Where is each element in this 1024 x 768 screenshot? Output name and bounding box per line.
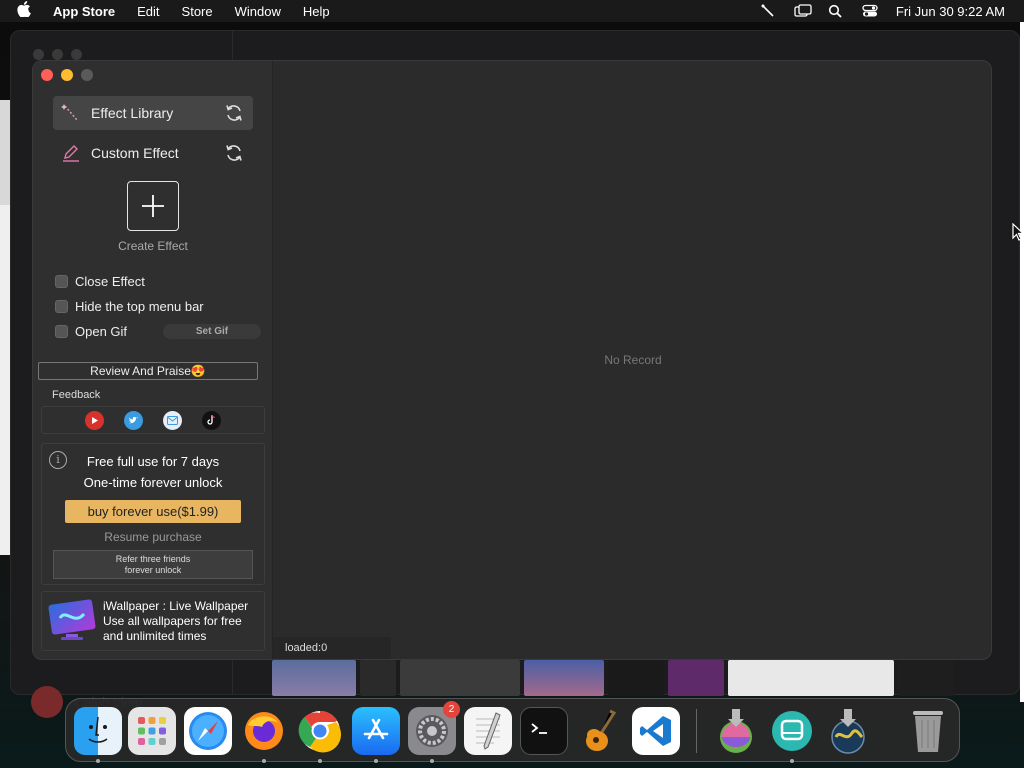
menu-edit[interactable]: Edit (137, 4, 159, 19)
app-window: Effect Library Custom Effect Create Effe… (32, 60, 992, 660)
create-effect-button[interactable] (127, 181, 179, 231)
refer-line-2: forever unlock (124, 564, 182, 575)
launchpad-icon[interactable] (128, 707, 176, 755)
notification-badge: 2 (443, 701, 460, 718)
pencil-icon (61, 143, 81, 163)
wand-status-icon[interactable] (760, 4, 776, 18)
create-effect-label: Create Effect (118, 239, 188, 253)
dock-separator (696, 709, 697, 753)
nav-custom-effect[interactable]: Custom Effect (53, 136, 253, 170)
hide-menu-bar-option[interactable]: Hide the top menu bar (55, 299, 204, 314)
promo-panel: i Free full use for 7 days One-time fore… (41, 443, 265, 585)
window-controls (41, 69, 93, 81)
ad-title: iWallpaper : Live Wallpaper (103, 599, 249, 613)
twitter-icon[interactable] (124, 410, 143, 430)
system-settings-icon[interactable]: 2 (408, 701, 460, 755)
screen-edge (1020, 22, 1024, 702)
sidebar: Effect Library Custom Effect Create Effe… (33, 61, 273, 659)
close-effect-checkbox[interactable] (55, 275, 68, 288)
buy-forever-button[interactable]: buy forever use($1.99) (65, 500, 241, 523)
iwallpaper-ad[interactable]: iWallpaper : Live Wallpaper Use all wall… (41, 591, 265, 651)
screen-mirroring-icon[interactable] (794, 4, 812, 18)
option-label: Close Effect (75, 274, 145, 289)
running-indicator (318, 759, 322, 763)
email-icon[interactable] (163, 410, 182, 430)
refresh-icon[interactable] (223, 102, 245, 124)
avatar (31, 686, 63, 718)
menu-clock[interactable]: Fri Jun 30 9:22 AM (896, 4, 1005, 19)
empty-state-text: No Record (604, 353, 662, 367)
background-window-edge (0, 205, 10, 555)
terminal-icon[interactable] (520, 707, 568, 755)
menu-app-name[interactable]: App Store (53, 4, 115, 19)
running-indicator (430, 759, 434, 763)
open-gif-checkbox[interactable] (55, 325, 68, 338)
open-gif-option[interactable]: Open Gif (55, 324, 127, 339)
status-bar: loaded:0 (273, 637, 391, 659)
app-store-icon[interactable] (352, 707, 400, 755)
promo-line-2: One-time forever unlock (83, 475, 223, 490)
dock: 2 (65, 698, 960, 763)
menu-bar: App Store Edit Store Window Help Fri Jun… (0, 0, 1024, 22)
feedback-label: Feedback (52, 389, 101, 401)
wand-icon (61, 103, 81, 123)
nav-effect-library[interactable]: Effect Library (53, 96, 253, 130)
apple-menu-icon[interactable] (17, 1, 35, 21)
iwallpaper-logo-icon (48, 599, 96, 640)
textedit-icon[interactable] (464, 707, 512, 755)
safari-icon[interactable] (184, 707, 232, 755)
nav-label: Effect Library (91, 105, 174, 121)
installer-icon-2[interactable] (824, 707, 872, 755)
promo-line-1: Free full use for 7 days (86, 454, 220, 469)
close-effect-option[interactable]: Close Effect (55, 274, 145, 289)
firefox-icon[interactable] (240, 707, 288, 755)
set-gif-button[interactable]: Set Gif (163, 324, 261, 339)
hide-menu-bar-checkbox[interactable] (55, 300, 68, 313)
close-button[interactable] (41, 69, 53, 81)
option-label: Open Gif (75, 324, 128, 339)
minimize-button[interactable] (61, 69, 73, 81)
control-center-icon[interactable] (862, 4, 878, 18)
app-icon[interactable] (768, 707, 816, 755)
ad-description: Use all wallpapers for free and unlimite… (103, 614, 242, 643)
feedback-links (41, 406, 265, 434)
menu-store[interactable]: Store (182, 4, 213, 19)
refresh-icon[interactable] (223, 142, 245, 164)
zoom-button[interactable] (81, 69, 93, 81)
refer-line-1: Refer three friends (115, 553, 191, 564)
resume-purchase-link[interactable]: Resume purchase (42, 530, 264, 544)
option-label: Hide the top menu bar (75, 299, 204, 314)
content-area: No Record loaded:0 (273, 61, 991, 659)
menu-window[interactable]: Window (235, 4, 281, 19)
search-icon[interactable] (828, 4, 844, 18)
running-indicator (790, 759, 794, 763)
refer-friends-button[interactable]: Refer three friends forever unlock (53, 550, 253, 579)
running-indicator (374, 759, 378, 763)
nav-label: Custom Effect (91, 145, 179, 161)
trash-icon[interactable] (904, 707, 952, 755)
installer-icon[interactable] (712, 707, 760, 755)
menu-help[interactable]: Help (303, 4, 330, 19)
vscode-icon[interactable] (632, 707, 680, 755)
finder-icon[interactable] (74, 707, 122, 755)
garageband-icon[interactable] (576, 707, 624, 755)
running-indicator (96, 759, 100, 763)
chrome-icon[interactable] (296, 707, 344, 755)
review-and-praise-button[interactable]: Review And Praise😍 (38, 362, 258, 380)
youtube-icon[interactable] (85, 410, 104, 430)
background-window-edge (0, 100, 10, 205)
tiktok-icon[interactable] (202, 410, 221, 430)
plus-icon (142, 195, 164, 217)
running-indicator (262, 759, 266, 763)
mouse-cursor-icon (1012, 223, 1024, 241)
background-thumbnails (272, 660, 962, 696)
